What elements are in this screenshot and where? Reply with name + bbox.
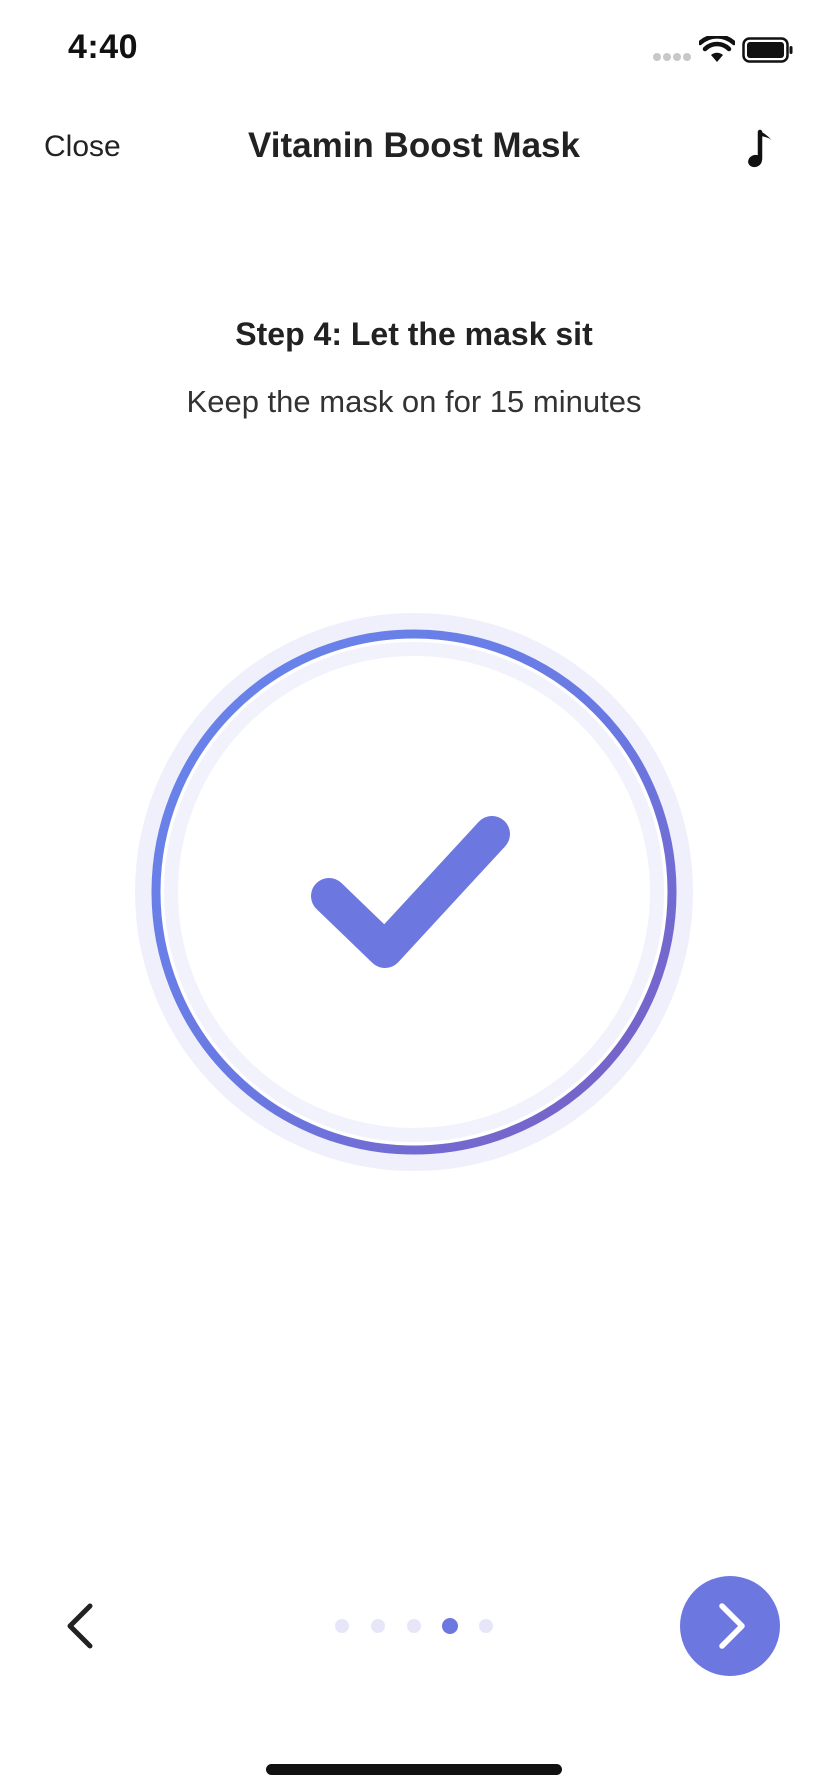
progress-ring xyxy=(135,613,693,1171)
chevron-right-icon xyxy=(719,1603,745,1649)
screen: 4:40 Close Vitamin Boost Mask Step 4: Le… xyxy=(0,0,828,1792)
page-dot xyxy=(335,1619,349,1633)
signal-dots-icon xyxy=(653,53,691,61)
home-indicator xyxy=(266,1764,562,1775)
progress-ring-inner-track xyxy=(164,642,664,1142)
progress-ring-track xyxy=(135,613,693,1171)
status-time: 4:40 xyxy=(68,28,139,66)
step-description: Keep the mask on for 15 minutes xyxy=(186,384,642,419)
music-note-icon[interactable] xyxy=(746,128,778,172)
status-bar: 4:40 xyxy=(0,0,828,100)
wifi-icon xyxy=(699,36,735,62)
page-dot xyxy=(479,1619,493,1633)
progress-ring-fill xyxy=(151,629,677,1155)
next-button[interactable] xyxy=(680,1576,780,1676)
step-title: Step 4: Let the mask sit xyxy=(235,316,593,352)
chevron-left-icon[interactable] xyxy=(58,1598,100,1654)
page-dot xyxy=(407,1619,421,1633)
page-dot xyxy=(371,1619,385,1633)
page-title: Vitamin Boost Mask xyxy=(248,126,580,165)
page-indicator xyxy=(335,1618,493,1634)
page-dot-active xyxy=(442,1618,458,1634)
battery-icon xyxy=(742,37,793,63)
checkmark-icon xyxy=(311,816,510,968)
